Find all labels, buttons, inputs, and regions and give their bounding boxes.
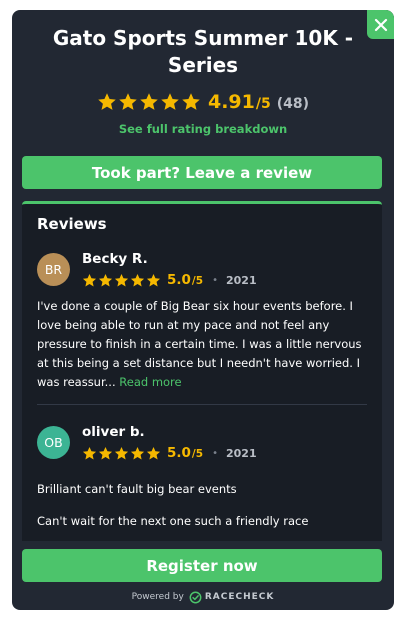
event-title: Gato Sports Summer 10K - Series [52,26,354,77]
score-scale: /5 [255,95,271,112]
review-body: I've done a couple of Big Bear six hour … [37,299,362,389]
rating-widget: Gato Sports Summer 10K - Series 4.91 /5 … [12,10,394,610]
review-rating: 5.0 /5 • 2021 [82,272,257,288]
star-icon [98,93,116,110]
avatar: OB [37,426,70,459]
star-icon [130,446,145,459]
star-icon [119,93,137,110]
review-text: I've done a couple of Big Bear six hour … [37,297,372,392]
reviews-panel[interactable]: Reviews BR Becky R. 5.0 /5 • 2021 I've d… [22,201,382,541]
separator-dot: • [212,274,218,286]
star-icon [130,273,145,286]
brand-name: RACECHECK [204,592,275,602]
powered-by[interactable]: Powered by RACECHECK [12,589,394,605]
reviews-heading: Reviews [37,215,107,233]
star-icon [146,446,161,459]
star-icon [161,93,179,110]
star-icon [114,273,129,286]
review-scale: /5 [191,275,204,287]
star-icon [182,93,200,110]
star-icon [146,273,161,286]
register-button[interactable]: Register now [22,549,382,582]
summary-stars [97,92,202,112]
review-score: 5.0 [167,445,191,461]
review-text-line: Can't wait for the next one such a frien… [37,514,309,528]
review-year: 2021 [225,446,257,460]
review-rating: 5.0 /5 • 2021 [82,445,257,461]
star-icon [98,273,113,286]
reviewer-name: Becky R. [82,251,148,267]
racecheck-logo-icon [189,591,202,603]
read-more-link[interactable]: Read more [119,375,181,389]
star-icon [98,446,113,459]
review-score: 5.0 [167,272,191,288]
review-year: 2021 [225,273,257,287]
star-icon [140,93,158,110]
star-icon [114,446,129,459]
review-divider [37,404,367,405]
review-scale: /5 [191,448,204,460]
star-icon [82,273,97,286]
rating-breakdown-link[interactable]: See full rating breakdown [12,122,394,136]
review-text-line: Brilliant can't fault big bear events [37,482,237,496]
reviewer-name: oliver b. [82,424,145,440]
rating-summary: 4.91 /5 (48) [12,89,394,115]
average-score: 4.91 [207,91,255,113]
star-icon [82,446,97,459]
leave-review-button[interactable]: Took part? Leave a review [22,156,382,189]
review-count: (48) [276,95,310,112]
avatar: BR [37,253,70,286]
powered-by-text: Powered by [131,592,184,602]
separator-dot: • [212,447,218,459]
